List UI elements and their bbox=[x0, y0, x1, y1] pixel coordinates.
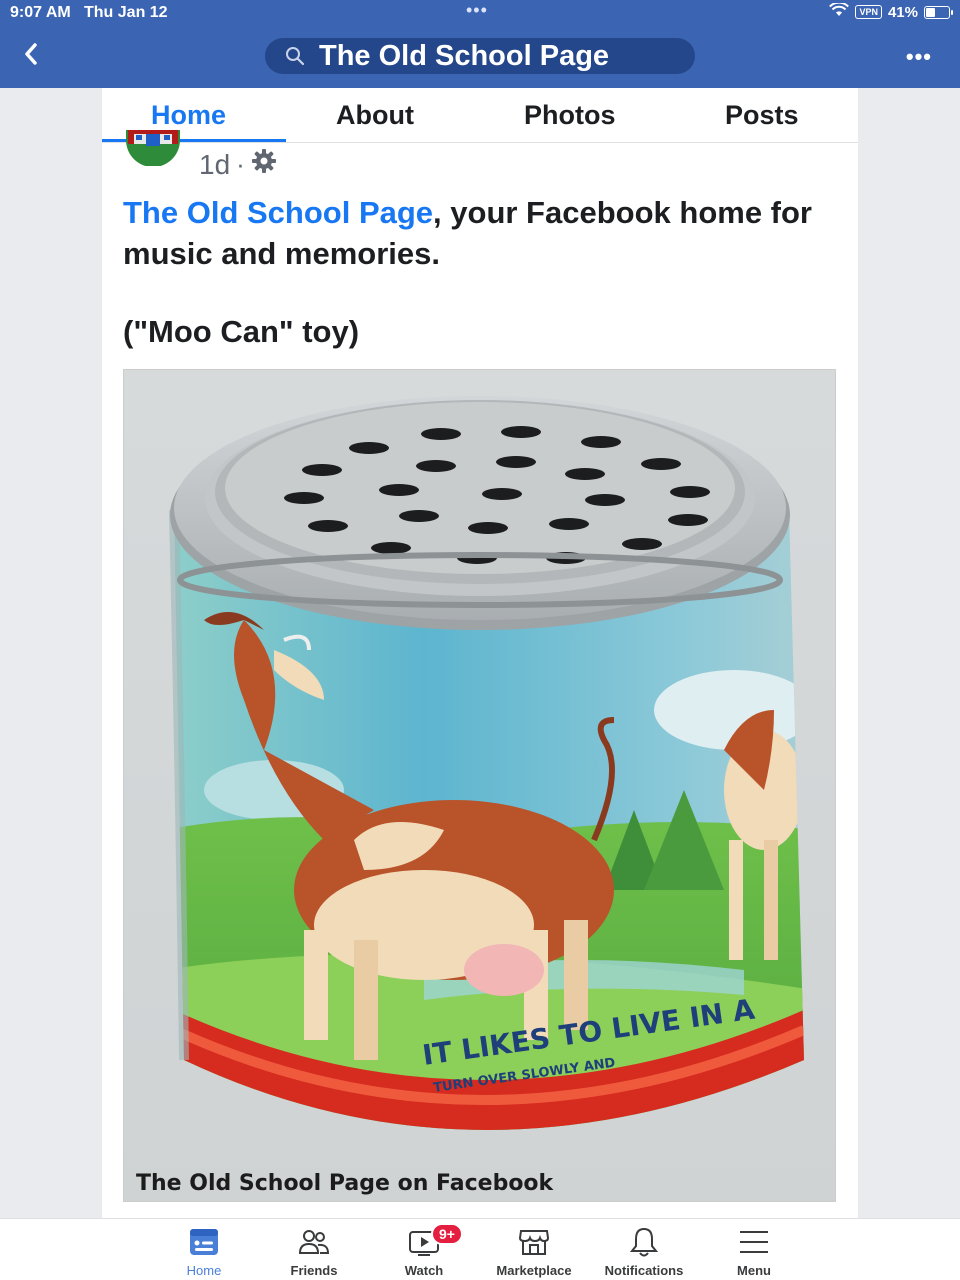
lid-hole bbox=[668, 514, 708, 526]
lid-hole bbox=[641, 458, 681, 470]
page-tabs: Home About Photos Posts bbox=[102, 88, 858, 143]
lid-hole bbox=[581, 436, 621, 448]
tab-home[interactable]: Home bbox=[151, 100, 226, 131]
post-image[interactable]: IT LIKES TO LIVE IN A TURN OVER SLOWLY A… bbox=[123, 369, 836, 1202]
chevron-left-icon bbox=[23, 42, 39, 71]
post-time[interactable]: 1d bbox=[199, 149, 230, 181]
lid-hole bbox=[585, 494, 625, 506]
more-options-button[interactable]: ••• bbox=[906, 44, 932, 70]
lid-hole bbox=[501, 426, 541, 438]
lid-hole bbox=[302, 464, 342, 476]
image-watermark: The Old School Page on Facebook bbox=[136, 1171, 555, 1196]
status-date: Thu Jan 12 bbox=[84, 4, 168, 21]
lid-hole bbox=[496, 456, 536, 468]
lid-hole bbox=[482, 488, 522, 500]
home-icon bbox=[149, 1225, 259, 1259]
lid-hole bbox=[349, 442, 389, 454]
lid-hole bbox=[549, 518, 589, 530]
battery-icon bbox=[924, 5, 953, 19]
bottom-tab-label: Notifications bbox=[604, 1263, 684, 1278]
lid-hole bbox=[379, 484, 419, 496]
bottom-tab-label: Friends bbox=[290, 1263, 338, 1278]
battery-percent: 41% bbox=[887, 3, 918, 21]
wifi-icon bbox=[829, 1, 850, 21]
page-name-link[interactable]: The Old School Page bbox=[123, 195, 433, 230]
post-caption: ("Moo Can" toy) bbox=[123, 314, 360, 349]
lid-hole bbox=[670, 486, 710, 498]
tab-photos[interactable]: Photos bbox=[524, 100, 616, 131]
bottom-tab-menu[interactable]: Menu bbox=[699, 1225, 809, 1278]
post-text: The Old School Page, your Facebook home … bbox=[123, 192, 823, 274]
meta-separator: · bbox=[236, 149, 245, 179]
tab-about[interactable]: About bbox=[336, 100, 414, 131]
multitasking-dots[interactable]: ••• bbox=[466, 0, 488, 21]
lid-hole bbox=[284, 492, 324, 504]
bottom-tab-label: Menu bbox=[737, 1263, 771, 1278]
watch-badge: 9+ bbox=[431, 1223, 463, 1245]
page-avatar[interactable] bbox=[126, 130, 180, 166]
bottom-tab-marketplace[interactable]: Marketplace bbox=[479, 1225, 589, 1278]
bottom-tab-label: Watch bbox=[404, 1263, 444, 1278]
bottom-tab-friends[interactable]: Friends bbox=[259, 1225, 369, 1278]
search-icon bbox=[285, 46, 305, 66]
status-time: 9:07 AM bbox=[10, 4, 71, 21]
lid-hole bbox=[371, 542, 411, 554]
post-meta: 1d · bbox=[199, 148, 277, 181]
bottom-tab-home[interactable]: Home bbox=[149, 1225, 259, 1278]
back-button[interactable] bbox=[16, 38, 46, 74]
lid-hole bbox=[399, 510, 439, 522]
bottom-tab-label: Marketplace bbox=[496, 1263, 572, 1278]
moo-can-illustration: IT LIKES TO LIVE IN A TURN OVER SLOWLY A… bbox=[124, 370, 835, 1201]
lid-hole bbox=[421, 428, 461, 440]
tab-posts[interactable]: Posts bbox=[725, 100, 799, 131]
lid-hole bbox=[565, 468, 605, 480]
bottom-tab-label: Home bbox=[186, 1263, 222, 1278]
page-card: Home About Photos Posts 1d · The Old Sch… bbox=[102, 88, 858, 1218]
battery-fill bbox=[926, 7, 935, 17]
marketplace-icon bbox=[479, 1225, 589, 1259]
search-bar[interactable]: The Old School Page bbox=[265, 38, 695, 74]
search-title: The Old School Page bbox=[319, 39, 610, 72]
bottom-tab-bar: Home Friends 9+ Watch Marketplace Notifi… bbox=[0, 1218, 960, 1280]
bell-icon bbox=[589, 1225, 699, 1259]
vpn-icon: VPN bbox=[855, 5, 882, 19]
bottom-tab-notifications[interactable]: Notifications bbox=[589, 1225, 699, 1278]
lid-hole bbox=[308, 520, 348, 532]
lid-hole bbox=[416, 460, 456, 472]
lid-hole bbox=[468, 522, 508, 534]
menu-icon bbox=[699, 1225, 809, 1259]
lid-hole bbox=[622, 538, 662, 550]
status-indicators: VPN 41% bbox=[829, 1, 953, 21]
friends-icon bbox=[259, 1225, 369, 1259]
bottom-tab-watch[interactable]: 9+ Watch bbox=[369, 1223, 479, 1278]
top-bar: 9:07 AM Thu Jan 12 ••• VPN 41% The Old S… bbox=[0, 0, 960, 88]
gear-icon bbox=[251, 148, 277, 181]
